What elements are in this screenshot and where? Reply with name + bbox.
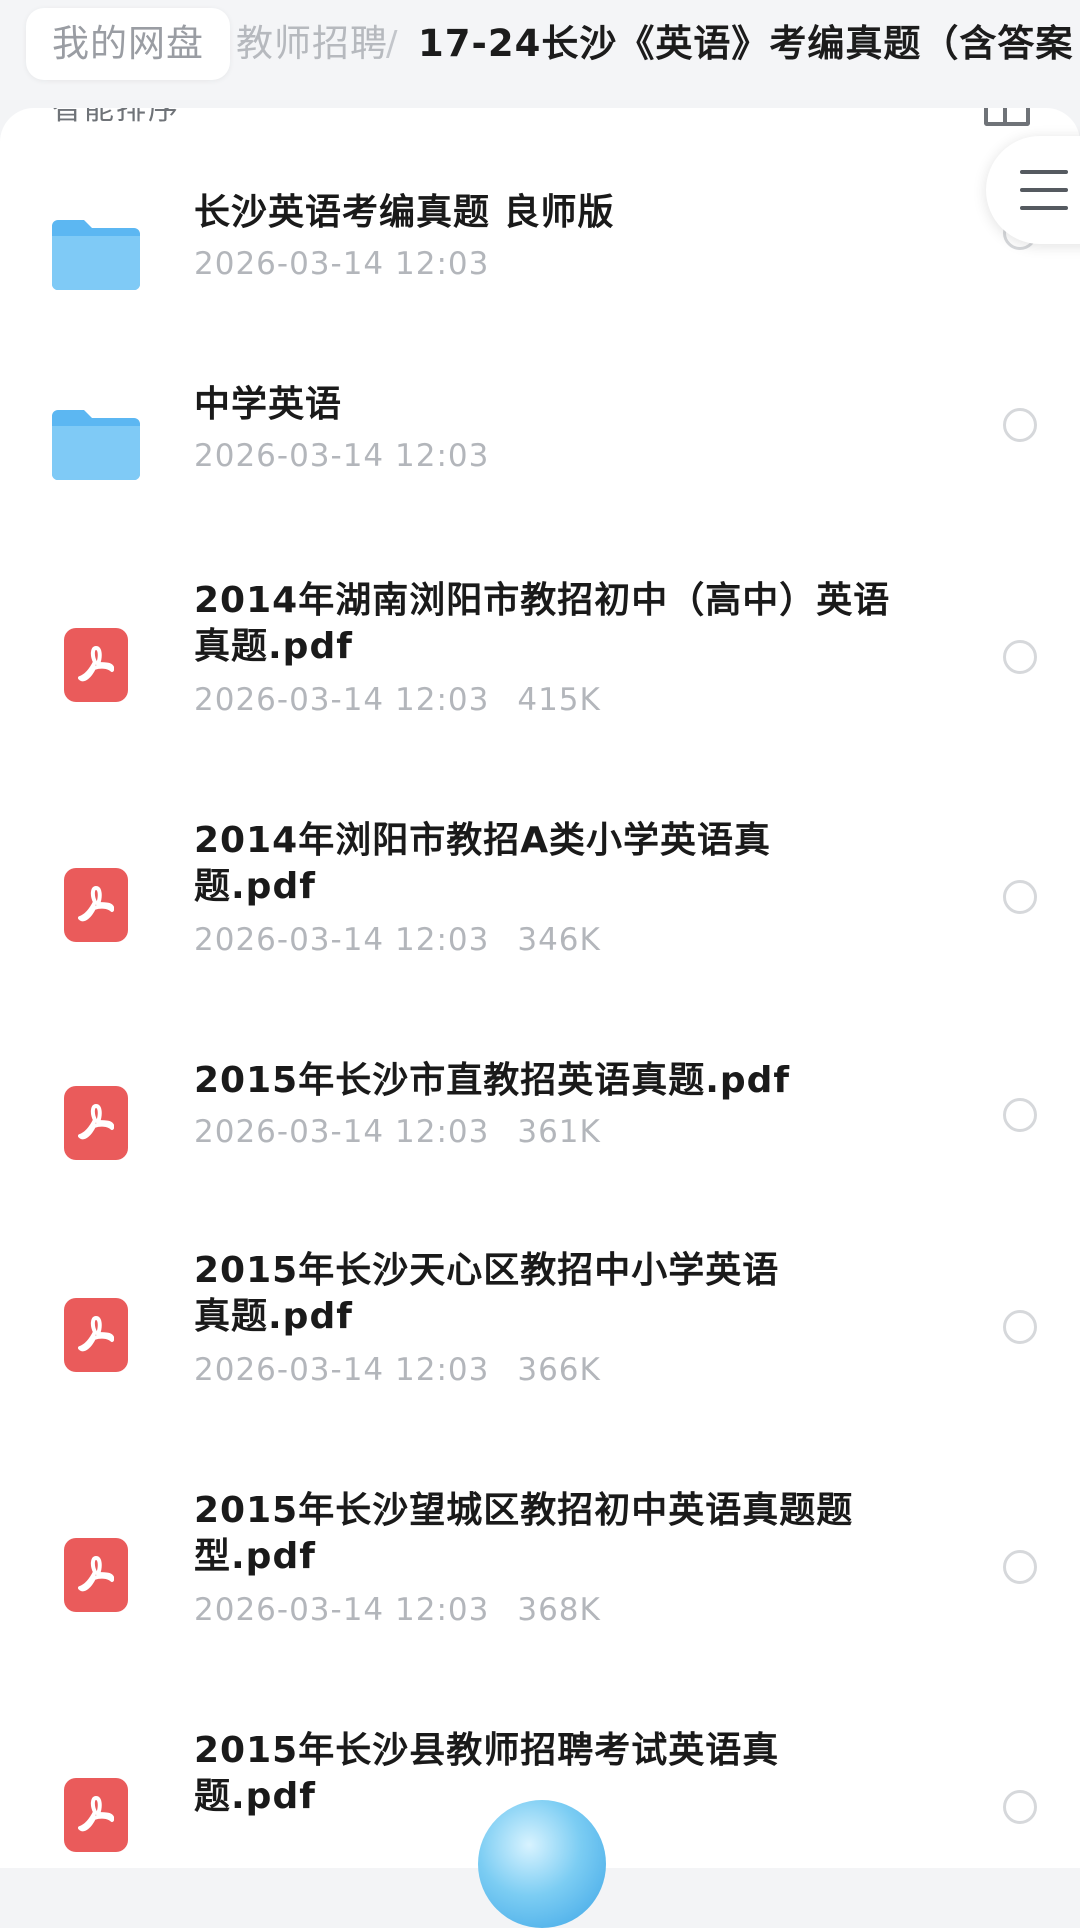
breadcrumb-current: 17-24长沙《英语》考编真题（含答案 [418, 22, 1074, 65]
file-name: 2015年长沙市直教招英语真题.pdf [194, 1060, 791, 1101]
select-radio[interactable] [1003, 1310, 1037, 1344]
breadcrumb-separator: / [386, 24, 398, 64]
file-name: 中学英语 [194, 384, 343, 425]
file-meta: 2026-03-14 12:03 415K [194, 682, 601, 718]
file-name: 2014年湖南浏阳市教招初中（高中）英语真题.pdf [194, 580, 891, 667]
menu-icon [1020, 170, 1068, 174]
folder-icon [52, 220, 140, 290]
assistant-bubble-icon[interactable] [478, 1800, 606, 1928]
file-size: 368K [517, 1592, 601, 1628]
menu-icon-line [1020, 206, 1068, 210]
list-item[interactable]: 2014年湖南浏阳市教招初中（高中）英语真题.pdf 2026-03-14 12… [0, 578, 1080, 818]
list-item[interactable]: 中学英语 2026-03-14 12:03 [0, 358, 1080, 548]
file-name: 2015年长沙望城区教招初中英语真题题型.pdf [194, 1490, 854, 1577]
file-name: 长沙英语考编真题 良师版 [194, 192, 615, 233]
file-size: 346K [517, 922, 601, 958]
pdf-icon [64, 1298, 128, 1372]
list-item[interactable]: 2014年浏阳市教招A类小学英语真题.pdf 2026-03-14 12:03 3… [0, 818, 1080, 1058]
pdf-icon [64, 868, 128, 942]
list-item[interactable]: 2015年长沙市直教招英语真题.pdf 2026-03-14 12:03 361K [0, 1058, 1080, 1248]
list-item[interactable]: 2015年长沙望城区教招初中英语真题题型.pdf 2026-03-14 12:0… [0, 1488, 1080, 1728]
file-date: 2026-03-14 12:03 [194, 438, 490, 474]
breadcrumb-parent[interactable]: 教师招聘 [236, 8, 388, 80]
select-radio[interactable] [1003, 408, 1037, 442]
sort-button[interactable]: 智能排序 [52, 108, 180, 128]
file-date: 2026-03-14 12:03 [194, 246, 490, 282]
file-name: 2015年长沙县教师招聘考试英语真题.pdf [194, 1730, 780, 1817]
file-date: 2026-03-14 12:03 [194, 922, 490, 958]
file-meta: 2026-03-14 12:03 346K [194, 922, 601, 958]
file-date: 2026-03-14 12:03 [194, 1114, 490, 1150]
file-size: 415K [517, 682, 601, 718]
folder-icon [52, 410, 140, 480]
grid-view-icon[interactable] [984, 108, 1030, 126]
file-date: 2026-03-14 12:03 [194, 682, 490, 718]
select-radio[interactable] [1003, 1098, 1037, 1132]
list-item[interactable]: 2015年长沙天心区教招中小学英语真题.pdf 2026-03-14 12:03… [0, 1248, 1080, 1488]
list-item[interactable]: 长沙英语考编真题 良师版 2026-03-14 12:03 [0, 168, 1080, 358]
file-name: 2014年浏阳市教招A类小学英语真题.pdf [194, 820, 772, 907]
file-size: 366K [517, 1352, 601, 1388]
file-meta: 2026-03-14 12:03 [194, 246, 489, 282]
file-meta: 2026-03-14 12:03 366K [194, 1352, 601, 1388]
pdf-icon [64, 628, 128, 702]
file-meta: 2026-03-14 12:03 361K [194, 1114, 601, 1150]
file-meta: 2026-03-14 12:03 [194, 438, 489, 474]
breadcrumb-home[interactable]: 我的网盘 [26, 8, 230, 80]
select-radio[interactable] [1003, 1550, 1037, 1584]
select-radio[interactable] [1003, 880, 1037, 914]
file-size: 361K [517, 1114, 601, 1150]
file-list-panel: 智能排序 长沙英语考编真题 良师版 2026-03-14 12:03 中学英语 … [0, 108, 1080, 1868]
file-meta: 2026-03-14 12:03 368K [194, 1592, 601, 1628]
breadcrumb-bar: 我的网盘 教师招聘 / 17-24长沙《英语》考编真题（含答案 [0, 0, 1080, 100]
select-radio[interactable] [1003, 1790, 1037, 1824]
menu-icon-line [1020, 188, 1068, 192]
pdf-icon [64, 1778, 128, 1852]
pdf-icon [64, 1086, 128, 1160]
pdf-icon [64, 1538, 128, 1612]
select-radio[interactable] [1003, 640, 1037, 674]
file-date: 2026-03-14 12:03 [194, 1592, 490, 1628]
file-date: 2026-03-14 12:03 [194, 1352, 490, 1388]
file-name: 2015年长沙天心区教招中小学英语真题.pdf [194, 1250, 780, 1337]
